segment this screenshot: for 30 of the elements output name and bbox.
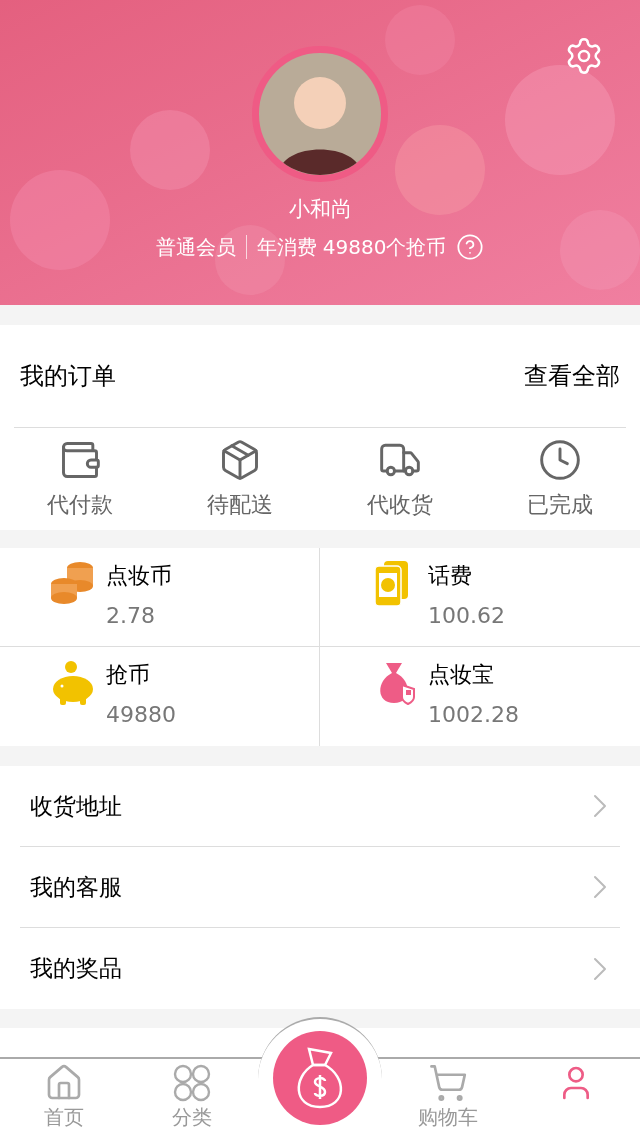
piggy-bank-icon xyxy=(50,659,96,705)
user-name: 小和尚 xyxy=(288,196,352,223)
asset-tile[interactable]: 抢币 49880 xyxy=(0,647,320,746)
section-title: 我的订单 xyxy=(20,361,116,392)
asset-value: 2.78 xyxy=(106,602,155,630)
asset-value: 100.62 xyxy=(428,602,505,630)
menu-row[interactable]: 收货地址 xyxy=(20,766,620,847)
cart-icon xyxy=(428,1063,468,1103)
asset-tile[interactable]: 话费 100.62 xyxy=(320,548,640,647)
order-status-button[interactable]: 代收货 xyxy=(320,428,480,530)
asset-label: 点妆币 xyxy=(106,562,172,590)
asset-value: 49880 xyxy=(106,701,176,729)
category-icon xyxy=(172,1063,212,1103)
asset-value: 1002.28 xyxy=(428,701,519,729)
menu-row[interactable]: 我的客服 xyxy=(20,847,620,928)
order-status-button[interactable]: 代付款 xyxy=(0,428,160,530)
asset-tile[interactable]: 点妆币 2.78 xyxy=(0,548,320,647)
menu-row[interactable]: 我的奖品 xyxy=(20,928,620,1009)
member-level: 普通会员 xyxy=(155,233,236,261)
order-status-button[interactable]: 已完成 xyxy=(480,428,640,530)
asset-label: 点妆宝 xyxy=(428,661,494,689)
view-all-link[interactable]: 查看全部 xyxy=(524,358,620,394)
asset-label: 话费 xyxy=(428,562,472,590)
order-status-button[interactable]: 待配送 xyxy=(160,428,320,530)
asset-label: 抢币 xyxy=(106,661,150,689)
coins-icon xyxy=(50,560,96,606)
clock-icon xyxy=(538,437,582,482)
asset-tile[interactable]: 点妆宝 1002.28 xyxy=(320,647,640,746)
annual-spending: 年消费 49880个抢币 xyxy=(256,233,447,261)
help-icon[interactable] xyxy=(456,232,485,261)
